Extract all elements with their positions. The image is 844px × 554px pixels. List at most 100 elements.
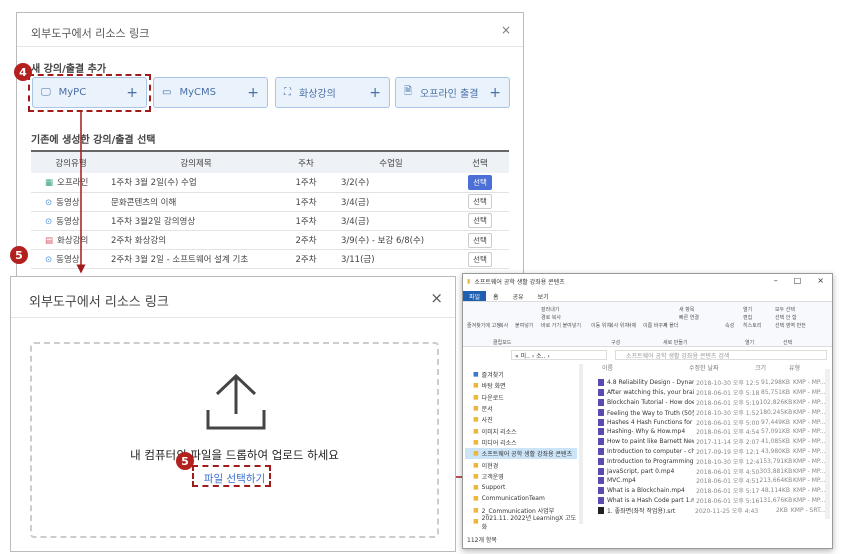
file-row[interactable]: JavaScript, part 0.mp4 2018-06-01 오후 4:50… [585,466,825,476]
close-button[interactable]: × [430,289,443,307]
ribbon-button[interactable]: 붙여넣기 [515,322,533,329]
file-row[interactable]: Blockchain Tutorial - How does a Bl...20… [585,398,825,408]
ribbon-button[interactable]: 모두 선택 [775,306,795,313]
file-row[interactable]: After watching this, your brain will n..… [585,388,825,398]
file-row[interactable]: 1. 좋좌면(좌작 작업용).srt 2020-11-25 오후 4:43 2KB K… [585,505,825,515]
folder-icon: ■ [473,495,479,503]
nav-item[interactable]: ■ Support [465,482,577,493]
ribbon-button[interactable]: 열기 [743,306,752,313]
ribbon-button[interactable]: 새 항목 [679,306,694,313]
nav-item[interactable]: ■ 이미지 리소스 [465,425,577,436]
drop-zone[interactable]: 내 컴퓨터의 파일을 드롭하여 업로드 하세요 파일 선택하기 [30,342,439,538]
file-row[interactable]: MVC.mp4 2018-06-01 오후 4:51 213,664KB KMP - … [585,476,825,486]
ribbon-button[interactable]: 복사 위치 [609,322,629,329]
file-row[interactable]: What is a Hash Code part 1.mp42018-06-01… [585,496,825,506]
file-row[interactable]: Introduction to Programming.mp42018-10-3… [585,456,825,466]
file-size: 213,664KB [759,477,793,485]
file-date: 2018-10-30 오후 12:55 [696,380,760,388]
file-row[interactable]: What is a Blockchain.mp4 2018-06-01 오후 5:… [585,486,825,496]
nav-item[interactable]: ■ 즐겨찾기 [465,369,577,380]
folder-icon: ■ [473,461,479,469]
ribbon-button[interactable]: 빠른 연결 [679,314,699,321]
drop-text: 내 컴퓨터의 파일을 드롭하여 업로드 하세요 [130,448,339,462]
ribbon-button[interactable]: 새 폴더 [663,322,678,329]
file-scrollbar[interactable] [825,369,830,519]
col-date[interactable]: 수정한 날짜 [689,363,755,372]
video-file-icon [598,379,604,387]
nav-item[interactable]: ■ 미디어 리소스 [465,437,577,448]
file-type: KMP - MP... [793,496,825,504]
file-size: 85,751KB [761,389,791,397]
file-type: KMP - MP... [793,447,825,455]
nav-item[interactable]: ■ 2021.11. 2022년 LearningX 고도화 [465,515,577,531]
ribbon-button[interactable]: 즐겨찾기에 고정 [467,322,501,329]
minimize-button[interactable]: – [774,276,778,285]
file-name: Feeling the Way to Truth (50분).mp4 [607,409,694,417]
file-date: 2018-06-01 오후 5:16 [696,497,760,505]
file-size: 2KB [775,506,788,514]
nav-item[interactable]: ■ 다운로드 [465,392,577,403]
video-file-icon [598,487,604,495]
folder-icon: ■ [473,518,479,525]
file-row[interactable]: Hashing- Why & How.mp4 2018-06-01 오후 4:54… [585,427,825,437]
file-type: KMP - MP... [793,379,825,387]
nav-item[interactable]: ■ CommunicationTeam [465,493,577,504]
highlight-select-file [192,465,271,487]
video-file-icon [598,477,604,485]
nav-item[interactable]: ■ 고객운영 [465,471,577,482]
ribbon-button[interactable]: 속성 [725,322,734,329]
status-bar: 112개 항목 [467,537,497,544]
nav-item[interactable]: ■ 바탕 화면 [465,380,577,391]
ribbon-button[interactable]: 편집 [743,314,752,321]
file-name: JavaScript, part 0.mp4 [607,467,675,475]
nav-item[interactable]: ■ 사진 [465,414,577,425]
file-row[interactable]: How to paint like Barnett Newman -...201… [585,437,825,447]
ribbon-button[interactable]: 삭제 [627,322,636,329]
file-explorer-window: ▮ 소프트웨어 공학 생활 강좌용 콘텐츠 – □ × 파일 홈 공유 보기 클립보… [462,273,833,549]
ribbon-group-label: 클립보드 [493,340,512,346]
nav-label: Support [481,484,506,492]
ribbon-group-label: 구성 [611,340,621,346]
ribbon-button[interactable]: 선택 영역 반전 [775,322,806,329]
nav-scrollbar[interactable] [579,364,583,524]
file-size: 97,449KB [761,418,791,426]
nav-label: 이현경 [481,462,499,470]
file-row[interactable]: Introduction to computer - chapter 1...2… [585,447,825,457]
ribbon-button[interactable]: 이동 위치 [591,322,611,329]
col-type[interactable]: 유형 [789,363,800,372]
col-name[interactable]: 이름 [585,363,689,372]
file-row[interactable]: Hashes 4 Hash Functions for Strings...20… [585,417,825,427]
maximize-button[interactable]: □ [794,276,802,285]
ribbon-button[interactable]: 복사 [499,322,508,329]
search-box[interactable]: 소프트웨어 공학 생활 강좌용 콘텐츠 검색 [615,350,827,360]
col-size[interactable]: 크기 [755,363,789,372]
folder-icon: ■ [473,472,479,480]
file-size: 303,881KB [759,467,793,475]
nav-item[interactable]: ■ 문서 [465,403,577,414]
ribbon-button[interactable]: 선택 안 함 [775,314,797,321]
nav-item[interactable]: ■ 소프트웨어 공학 생활 강좌용 콘텐츠 [465,448,577,460]
divider [11,317,455,318]
video-file-icon [598,418,604,426]
file-date: 2018-10-30 오후 1:52 [696,409,760,417]
file-date: 2017-11-14 오후 2:07 [696,439,760,447]
ribbon-button[interactable]: 바로 가기 붙여넣기 [541,322,581,329]
file-size: 180,245KB [759,408,793,416]
close-button[interactable]: × [817,276,824,285]
video-file-icon [598,428,604,436]
video-file-icon [598,389,604,397]
address-bar[interactable]: « 미.. › 소.. › [511,350,607,360]
ribbon-button[interactable]: 히스토리 [743,322,761,329]
nav-item[interactable]: ■ 이현경 [465,459,577,470]
video-file-icon [598,467,604,475]
file-row[interactable]: Feeling the Way to Truth (50분).mp42018-1… [585,407,825,417]
file-date: 2018-06-01 오후 5:17 [696,488,760,496]
ribbon-button[interactable]: 경로 복사 [541,314,561,321]
file-row[interactable]: 4.8 Reliability Design - Dynamic Prog...… [585,378,825,388]
star-icon: ■ [473,371,479,379]
nav-label: 문서 [481,406,493,414]
ribbon-group-label: 선택 [783,340,793,346]
ribbon-button[interactable]: 잘라내기 [541,306,559,313]
file-date: 2018-10-30 오후 12:41 [696,458,760,466]
file-type: KMP - MP... [793,487,825,495]
